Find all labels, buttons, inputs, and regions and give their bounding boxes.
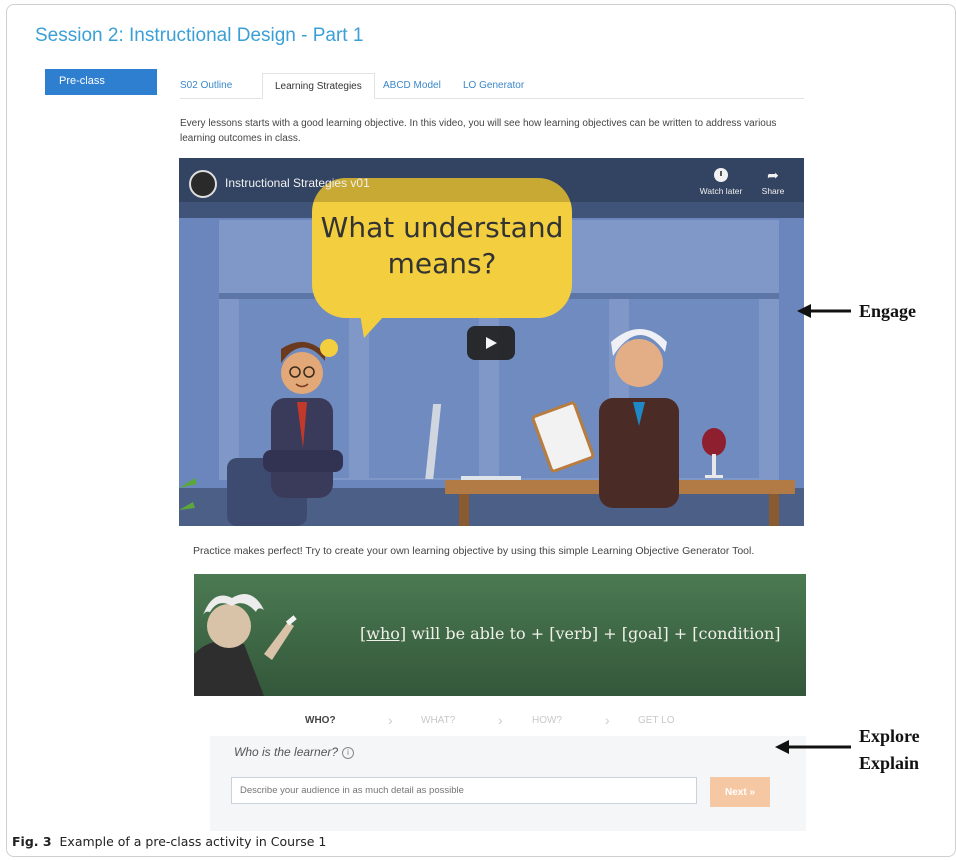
page-title: Session 2: Instructional Design - Part 1 <box>35 25 364 46</box>
explain-label: Explain <box>859 753 920 773</box>
lo-generator-banner: [who] will be able to + [verb] + [goal] … <box>194 574 806 696</box>
bubble-line-2: means? <box>387 247 497 280</box>
step-chevron-icon: › <box>605 712 610 728</box>
tab-s02-outline[interactable]: S02 Outline <box>180 73 232 99</box>
explore-arrow-icon <box>775 740 851 754</box>
engage-arrow-icon <box>797 304 851 318</box>
tab-lo-generator[interactable]: LO Generator <box>463 73 524 99</box>
learner-question-text: Who is the learner? <box>234 745 339 759</box>
step-chevron-icon: › <box>498 712 503 728</box>
step-how[interactable]: HOW? <box>532 715 562 726</box>
learner-question: Who is the learner? i <box>234 745 355 759</box>
share-label: Share <box>761 186 785 196</box>
watch-later-button[interactable]: Watch later <box>691 168 751 196</box>
tab-learning-strategies[interactable]: Learning Strategies <box>262 73 375 99</box>
next-button[interactable]: Next » <box>710 777 770 807</box>
video-title[interactable]: Instructional Strategies v01 <box>225 176 370 190</box>
video-player[interactable]: Instructional Strategies v01 What unders… <box>179 158 804 526</box>
explore-explain-label: Explore Explain <box>859 723 920 777</box>
intro-text: Every lessons starts with a good learnin… <box>180 118 777 144</box>
tab-bar: S02 Outline Learning Strategies ABCD Mod… <box>180 69 804 99</box>
bubble-line-1: What understand <box>320 211 564 244</box>
step-get-lo[interactable]: GET LO <box>638 715 675 726</box>
channel-avatar[interactable] <box>189 170 217 198</box>
formula-who: [who] <box>360 624 407 643</box>
watch-later-label: Watch later <box>699 186 743 196</box>
lo-formula: [who] will be able to + [verb] + [goal] … <box>360 624 781 643</box>
engage-label: Engage <box>859 301 917 321</box>
explore-label: Explore <box>859 726 920 746</box>
step-what[interactable]: WHAT? <box>421 715 455 726</box>
caption-label: Fig. 3 <box>12 834 52 849</box>
practice-text: Practice makes perfect! Try to create yo… <box>193 545 755 557</box>
clock-icon <box>714 168 728 182</box>
pre-class-button[interactable]: Pre-class <box>45 69 157 95</box>
step-chevron-icon: › <box>388 712 393 728</box>
play-icon <box>486 337 497 349</box>
share-button[interactable]: ➦ Share <box>755 168 791 196</box>
share-icon: ➦ <box>767 167 779 183</box>
audience-description-input[interactable] <box>231 777 697 804</box>
info-icon[interactable]: i <box>342 747 355 759</box>
step-who[interactable]: WHO? <box>305 715 336 726</box>
formula-rest: will be able to + [verb] + [goal] + [con… <box>406 624 781 643</box>
figure-caption: Fig. 3 Example of a pre-class activity i… <box>12 834 326 849</box>
figure-frame: Session 2: Instructional Design - Part 1… <box>6 4 956 857</box>
play-button[interactable] <box>467 326 515 360</box>
tab-abcd-model[interactable]: ABCD Model <box>383 73 441 99</box>
bubble-text: What understand means? <box>312 210 572 282</box>
caption-text: Example of a pre-class activity in Cours… <box>59 834 327 849</box>
